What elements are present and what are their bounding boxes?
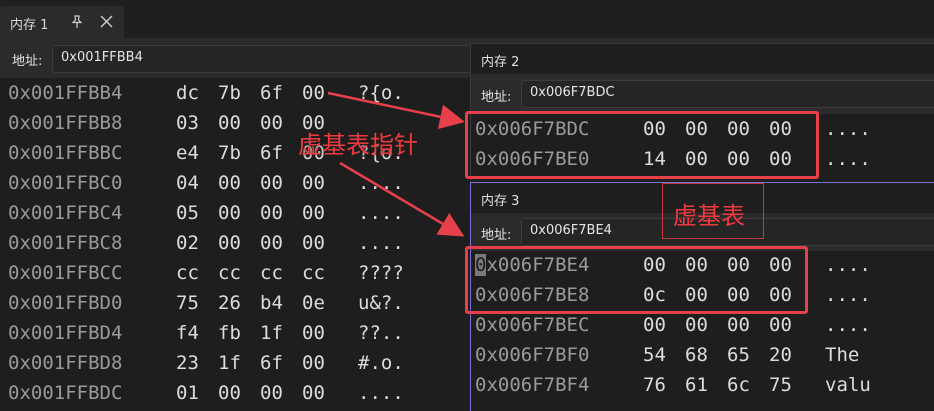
arrow-to-vtable	[339, 161, 465, 237]
arrow-to-vtable-pointer	[327, 91, 465, 130]
annotation-arrows	[327, 91, 465, 237]
